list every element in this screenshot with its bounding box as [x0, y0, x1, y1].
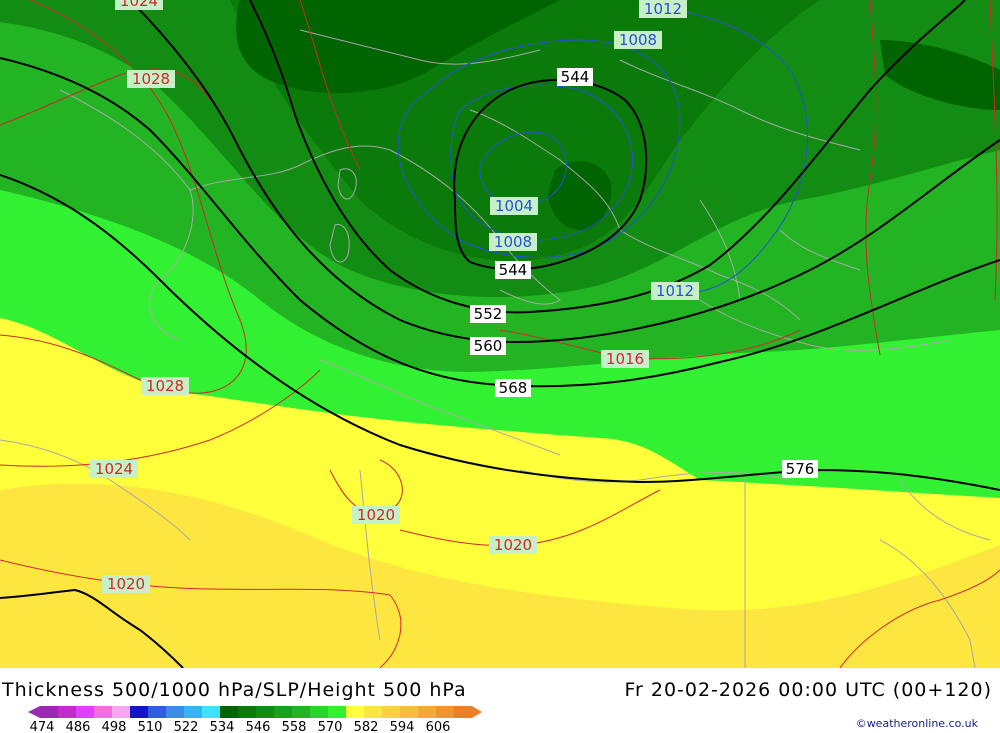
- slp-label: 1008: [489, 233, 537, 251]
- svg-text:576: 576: [786, 460, 815, 478]
- legend-ticks: 474 486 498 510 522 534 546 558 570 582 594 606: [30, 720, 451, 733]
- legend-tick-label: 522: [174, 720, 199, 733]
- legend-swatch: [364, 706, 382, 718]
- legend-tick-label: 534: [210, 720, 235, 733]
- legend-swatch: [112, 706, 130, 718]
- legend-tick-label: 594: [390, 720, 415, 733]
- legend-swatch: [166, 706, 184, 718]
- svg-text:1008: 1008: [494, 233, 532, 251]
- legend-tick-label: 486: [66, 720, 91, 733]
- legend-swatch: [40, 706, 58, 718]
- map-title: Thickness 500/1000 hPa/SLP/Height 500 hP…: [2, 679, 467, 701]
- height-label: 544: [557, 68, 593, 86]
- legend-tick-label: 510: [138, 720, 163, 733]
- legend-swatch: [256, 706, 274, 718]
- legend-swatch: [220, 706, 238, 718]
- legend-swatch: [238, 706, 256, 718]
- svg-text:1020: 1020: [107, 575, 145, 593]
- credit-text: ©weatheronline.co.uk: [855, 717, 978, 730]
- slp-label: 1008: [614, 31, 662, 49]
- slp-label: 1016: [601, 350, 649, 368]
- legend-arrow-right: [472, 706, 482, 718]
- legend-swatch: [130, 706, 148, 718]
- legend-swatch: [274, 706, 292, 718]
- svg-text:1024: 1024: [95, 460, 133, 478]
- height-label: 568: [495, 379, 531, 397]
- legend-swatch: [454, 706, 472, 718]
- svg-text:568: 568: [499, 379, 528, 397]
- legend-swatch: [346, 706, 364, 718]
- legend-swatch: [328, 706, 346, 718]
- slp-label: 1020: [489, 536, 537, 554]
- svg-text:1012: 1012: [644, 0, 682, 18]
- svg-text:552: 552: [474, 305, 503, 323]
- legend-swatch: [148, 706, 166, 718]
- svg-text:560: 560: [474, 337, 503, 355]
- svg-text:1020: 1020: [494, 536, 532, 554]
- slp-label: 1024: [90, 460, 138, 478]
- legend-tick-label: 582: [354, 720, 379, 733]
- svg-text:1024: 1024: [120, 0, 158, 10]
- slp-label: 1012: [639, 0, 687, 18]
- legend-swatch: [58, 706, 76, 718]
- legend-tick-label: 570: [318, 720, 343, 733]
- slp-label: 1028: [141, 377, 189, 395]
- slp-label: 1020: [352, 506, 400, 524]
- height-label: 552: [470, 305, 506, 323]
- legend-swatch: [310, 706, 328, 718]
- legend-tick-label: 558: [282, 720, 307, 733]
- svg-text:1016: 1016: [606, 350, 644, 368]
- svg-text:544: 544: [561, 68, 590, 86]
- legend-swatch: [292, 706, 310, 718]
- color-legend: 474 486 498 510 522 534 546 558 570 582 594 606: [28, 706, 482, 733]
- svg-text:1020: 1020: [357, 506, 395, 524]
- legend-arrow-left: [28, 706, 40, 718]
- legend-swatch: [76, 706, 94, 718]
- slp-label: 1020: [102, 575, 150, 593]
- legend-swatch: [94, 706, 112, 718]
- slp-label: 1012: [651, 282, 699, 300]
- legend-tick-label: 498: [102, 720, 127, 733]
- height-label: 544: [495, 261, 531, 279]
- svg-text:1028: 1028: [132, 70, 170, 88]
- legend-tick-label: 546: [246, 720, 271, 733]
- legend-swatch: [436, 706, 454, 718]
- legend-swatch: [202, 706, 220, 718]
- legend-swatch: [400, 706, 418, 718]
- svg-text:1028: 1028: [146, 377, 184, 395]
- height-label: 560: [470, 337, 506, 355]
- svg-text:1004: 1004: [495, 197, 533, 215]
- height-label: 576: [782, 460, 818, 478]
- weather-map: 1012 1008 1004 1008 1012 1024 1028 1028 …: [0, 0, 1000, 668]
- legend-swatch: [382, 706, 400, 718]
- legend-tick-label: 606: [426, 720, 451, 733]
- forecast-datetime: Fr 20-02-2026 00:00 UTC (00+120): [624, 679, 992, 701]
- legend-swatch: [418, 706, 436, 718]
- slp-label: 1004: [490, 197, 538, 215]
- svg-text:1008: 1008: [619, 31, 657, 49]
- slp-label: 1024: [115, 0, 163, 10]
- svg-text:544: 544: [499, 261, 528, 279]
- legend-tick-label: 474: [30, 720, 55, 733]
- legend-swatches: [28, 706, 482, 718]
- legend-swatch: [184, 706, 202, 718]
- svg-text:1012: 1012: [656, 282, 694, 300]
- slp-label: 1028: [127, 70, 175, 88]
